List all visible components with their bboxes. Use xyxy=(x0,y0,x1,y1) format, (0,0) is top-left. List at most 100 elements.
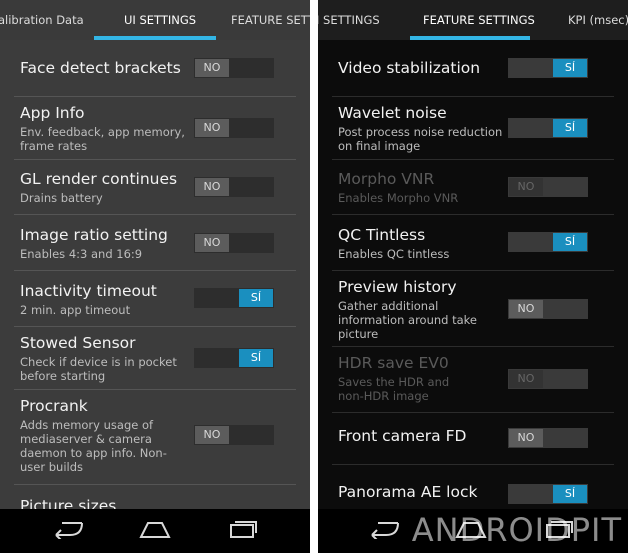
setting-qc-tintless[interactable]: QC Tintless Enables QC tintless SÍ xyxy=(332,222,628,268)
toggle-state: NO xyxy=(195,234,229,252)
setting-app-info[interactable]: App Info Env. feedback, app memory, fram… xyxy=(14,100,310,158)
divider xyxy=(14,159,296,160)
setting-front-camera-fd[interactable]: Front camera FD NO xyxy=(332,418,628,458)
setting-face-detect-brackets[interactable]: Face detect brackets NO xyxy=(14,50,310,90)
tab-bar: I SETTINGS FEATURE SETTINGS KPI (msec) xyxy=(318,0,628,40)
tab-feature-settings[interactable]: FEATURE SETTINGS xyxy=(423,0,535,40)
toggle-switch[interactable]: SÍ xyxy=(194,288,274,308)
setting-title: QC Tintless xyxy=(338,226,426,244)
toggle-switch[interactable]: SÍ xyxy=(194,348,274,368)
setting-subtitle: Enables QC tintless xyxy=(338,247,450,261)
toggle-switch: NO xyxy=(508,177,588,197)
toggle-state: SÍ xyxy=(553,485,587,503)
selected-tab-indicator xyxy=(410,36,530,40)
tab-bar: alibration Data UI SETTINGS FEATURE SETT… xyxy=(0,0,310,40)
watermark: ANDROIDPIT xyxy=(411,511,622,549)
setting-morpho-vnr: Morpho VNR Enables Morpho VNR NO xyxy=(332,166,628,210)
divider xyxy=(332,214,614,215)
setting-subtitle: Drains battery xyxy=(20,191,103,205)
divider xyxy=(332,346,614,347)
toggle-switch[interactable]: NO xyxy=(194,58,274,78)
setting-wavelet-noise[interactable]: Wavelet noise Post process noise reducti… xyxy=(332,100,628,158)
setting-subtitle: 2 min. app timeout xyxy=(20,303,131,317)
toggle-switch[interactable]: SÍ xyxy=(508,484,588,504)
setting-subtitle: Env. feedback, app memory, frame rates xyxy=(20,125,185,153)
divider xyxy=(14,484,296,485)
toggle-state: NO xyxy=(509,300,543,318)
setting-gl-render-continues[interactable]: GL render continues Drains battery NO xyxy=(14,166,310,210)
divider xyxy=(332,159,614,160)
recents-icon[interactable] xyxy=(228,519,258,539)
setting-hdr-save-ev0: HDR save EV0 Saves the HDR and non-HDR i… xyxy=(332,354,628,406)
setting-title: Preview history xyxy=(338,278,457,296)
navigation-bar xyxy=(0,509,310,553)
setting-inactivity-timeout[interactable]: Inactivity timeout 2 min. app timeout SÍ xyxy=(14,278,310,324)
divider xyxy=(14,96,296,97)
selected-tab-indicator xyxy=(94,36,216,40)
tab-ui-settings[interactable]: UI SETTINGS xyxy=(124,0,196,40)
setting-preview-history[interactable]: Preview history Gather additional inform… xyxy=(332,278,628,344)
tab-calibration-data[interactable]: alibration Data xyxy=(0,0,84,40)
toggle-state: NO xyxy=(195,178,229,196)
toggle-switch[interactable]: NO xyxy=(194,177,274,197)
setting-stowed-sensor[interactable]: Stowed Sensor Check if device is in pock… xyxy=(14,330,310,388)
toggle-state: NO xyxy=(195,119,229,137)
back-icon[interactable] xyxy=(52,519,84,539)
toggle-state: NO xyxy=(195,59,229,77)
setting-title: Inactivity timeout xyxy=(20,282,157,300)
setting-title: Face detect brackets xyxy=(20,59,181,77)
navigation-bar: ANDROIDPIT xyxy=(318,509,628,553)
home-icon[interactable] xyxy=(138,519,172,539)
tab-feature-settings[interactable]: FEATURE SETTI xyxy=(231,0,310,40)
toggle-switch[interactable]: NO xyxy=(194,118,274,138)
divider xyxy=(332,270,614,271)
setting-subtitle: Adds memory usage of mediaserver & camer… xyxy=(20,418,167,474)
setting-subtitle: Enables 4:3 and 16:9 xyxy=(20,247,143,261)
divider xyxy=(332,412,614,413)
toggle-switch[interactable]: NO xyxy=(508,428,588,448)
toggle-state: NO xyxy=(509,429,543,447)
divider xyxy=(14,389,296,390)
setting-title: HDR save EV0 xyxy=(338,354,449,372)
toggle-state: SÍ xyxy=(239,289,273,307)
setting-image-ratio[interactable]: Image ratio setting Enables 4:3 and 16:9… xyxy=(14,222,310,268)
toggle-switch[interactable]: NO xyxy=(194,425,274,445)
setting-title: Stowed Sensor xyxy=(20,334,136,352)
toggle-state: NO xyxy=(509,178,543,196)
setting-video-stabilization[interactable]: Video stabilization SÍ xyxy=(332,50,628,90)
toggle-state: SÍ xyxy=(553,59,587,77)
toggle-switch[interactable]: NO xyxy=(194,233,274,253)
setting-title: Wavelet noise xyxy=(338,104,447,122)
toggle-switch[interactable]: SÍ xyxy=(508,232,588,252)
toggle-switch: NO xyxy=(508,369,588,389)
tab-kpi[interactable]: KPI (msec) xyxy=(568,0,628,40)
setting-title: App Info xyxy=(20,104,85,122)
setting-subtitle: Gather additional information around tak… xyxy=(338,299,477,341)
setting-title: Procrank xyxy=(20,397,88,415)
tab-ui-settings[interactable]: I SETTINGS xyxy=(318,0,380,40)
toggle-switch[interactable]: NO xyxy=(508,299,588,319)
setting-title: GL render continues xyxy=(20,170,178,188)
divider xyxy=(332,464,614,465)
back-icon[interactable] xyxy=(368,519,400,539)
toggle-state: SÍ xyxy=(239,349,273,367)
toggle-switch[interactable]: SÍ xyxy=(508,118,588,138)
setting-subtitle: Saves the HDR and non-HDR image xyxy=(338,375,450,403)
setting-title: Morpho VNR xyxy=(338,170,435,188)
divider xyxy=(14,214,296,215)
setting-title: Front camera FD xyxy=(338,427,467,445)
setting-subtitle: Check if device is in pocket before star… xyxy=(20,355,177,383)
divider xyxy=(14,270,296,271)
toggle-state: NO xyxy=(195,426,229,444)
setting-subtitle: Post process noise reduction on final im… xyxy=(338,125,503,153)
setting-title: Image ratio setting xyxy=(20,226,168,244)
setting-title: Panorama AE lock xyxy=(338,483,478,501)
divider xyxy=(332,96,614,97)
left-screen: alibration Data UI SETTINGS FEATURE SETT… xyxy=(0,0,310,553)
toggle-state: NO xyxy=(509,370,543,388)
setting-subtitle: Enables Morpho VNR xyxy=(338,191,459,205)
setting-procrank[interactable]: Procrank Adds memory usage of mediaserve… xyxy=(14,393,310,483)
setting-panorama-ae-lock[interactable]: Panorama AE lock SÍ xyxy=(332,476,628,512)
divider xyxy=(14,326,296,327)
toggle-switch[interactable]: SÍ xyxy=(508,58,588,78)
